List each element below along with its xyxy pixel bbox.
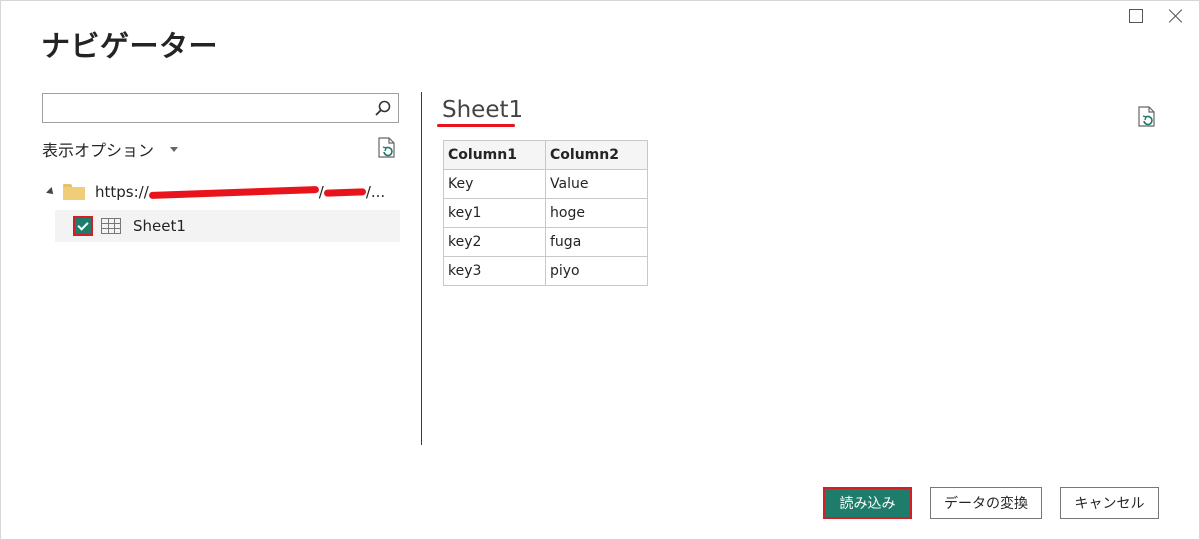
search-box [42, 93, 399, 123]
folder-icon [63, 184, 85, 200]
redaction-mark [323, 187, 366, 197]
collapse-triangle-icon[interactable] [46, 187, 56, 197]
preview-title: Sheet1 [442, 97, 524, 123]
search-icon[interactable] [374, 99, 392, 117]
close-icon[interactable] [1167, 7, 1185, 25]
dialog-title: ナビゲーター [41, 29, 219, 63]
redaction-mark [148, 185, 319, 199]
folder-url: https:// / /... [95, 183, 385, 201]
table-row: Key Value [443, 169, 648, 199]
chevron-down-icon [170, 146, 179, 152]
table-cell: Key [443, 169, 546, 199]
maximize-icon[interactable] [1127, 7, 1145, 25]
table-cell: hoge [545, 198, 648, 228]
search-input[interactable] [43, 94, 363, 122]
url-ellipsis: /... [365, 183, 386, 201]
highlight-underline [437, 124, 515, 127]
cancel-button[interactable]: キャンセル [1060, 487, 1159, 519]
table-header-row: Column1 Column2 [443, 140, 648, 170]
table-cell: fuga [545, 227, 648, 257]
column-header[interactable]: Column2 [545, 140, 648, 170]
table-cell: key1 [443, 198, 546, 228]
table-cell: key2 [443, 227, 546, 257]
navigator-dialog: ナビゲーター 表示オプション https:// / /... Sheet1 Sh… [0, 0, 1200, 540]
table-cell: piyo [545, 256, 648, 286]
table-icon [101, 218, 121, 234]
table-row: key3 piyo [443, 256, 648, 286]
tree-item-sheet1[interactable]: Sheet1 [55, 210, 400, 242]
table-row: key2 fuga [443, 227, 648, 257]
sheet-checkbox[interactable] [73, 216, 93, 236]
table-cell: Value [545, 169, 648, 199]
tree-folder-node[interactable]: https:// / /... [46, 179, 401, 205]
refresh-preview-icon[interactable] [377, 137, 397, 159]
window-controls [1127, 7, 1185, 25]
display-options-dropdown[interactable]: 表示オプション [42, 137, 179, 161]
transform-data-button[interactable]: データの変換 [930, 487, 1042, 519]
pane-divider[interactable] [421, 92, 422, 445]
refresh-icon[interactable] [1137, 106, 1157, 128]
table-row: key1 hoge [443, 198, 648, 228]
load-button[interactable]: 読み込み [823, 487, 912, 519]
table-cell: key3 [443, 256, 546, 286]
column-header[interactable]: Column1 [443, 140, 546, 170]
url-start: https:// [95, 183, 149, 201]
tree-item-label: Sheet1 [133, 217, 186, 235]
display-options-label: 表示オプション [42, 141, 155, 160]
preview-table: Column1 Column2 Key Value key1 hoge key2… [443, 140, 648, 286]
